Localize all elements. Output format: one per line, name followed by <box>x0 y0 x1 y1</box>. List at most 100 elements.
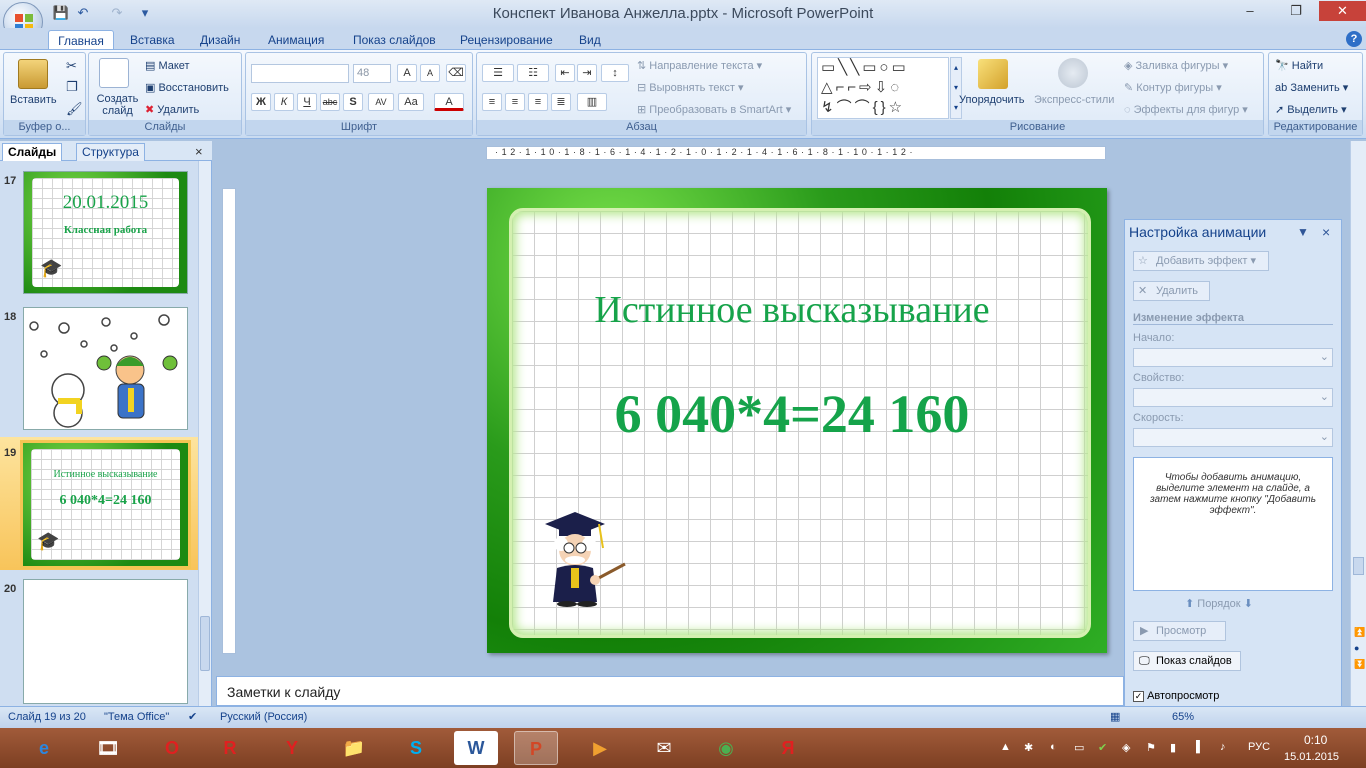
cut-icon[interactable]: ✂ <box>66 58 77 74</box>
help-icon[interactable]: ? <box>1346 31 1362 47</box>
format-painter-icon[interactable]: 🖌 <box>66 101 83 117</box>
shape-outline-button[interactable]: ✎ Контур фигуры ▾ <box>1124 81 1222 94</box>
clock-time[interactable]: 0:10 <box>1304 733 1327 747</box>
smartart-button[interactable]: ⊞ Преобразовать в SmartArt ▾ <box>637 103 791 116</box>
slide-thumbnail-20[interactable] <box>23 579 188 704</box>
notes-field[interactable]: Заметки к слайду <box>216 676 1124 706</box>
preview-button[interactable]: ▶ Просмотр <box>1133 621 1226 641</box>
font-color-button[interactable]: A <box>434 93 464 111</box>
clock-date[interactable]: 15.01.2015 <box>1284 751 1339 763</box>
numbering-icon[interactable]: ☷ <box>517 64 549 82</box>
add-effect-button[interactable]: ☆ Добавить эффект ▾ <box>1133 251 1269 271</box>
increase-indent-icon[interactable]: ⇥ <box>577 64 597 82</box>
bullets-icon[interactable]: ☰ <box>482 64 514 82</box>
move-up-icon[interactable]: ⬆ <box>1185 598 1194 610</box>
select-browse-icon[interactable]: ● <box>1354 643 1359 653</box>
network-icon[interactable]: ⚑ <box>1146 741 1156 754</box>
columns-icon[interactable]: ▥ <box>577 93 607 111</box>
slide-thumbnail-17[interactable]: 20.01.2015 Классная работа 🎓 <box>23 171 188 294</box>
autopreview-option[interactable]: ✓ Автопросмотр <box>1133 690 1219 702</box>
shrink-font-icon[interactable]: A <box>420 64 440 82</box>
prev-slide-icon[interactable]: ⏫ <box>1354 627 1365 638</box>
scrollbar-thumb[interactable] <box>1353 557 1364 575</box>
bluetooth-icon[interactable]: ✱ <box>1024 741 1033 754</box>
tab-review[interactable]: Рецензирование <box>454 30 559 50</box>
next-slide-icon[interactable]: ⏬ <box>1354 659 1365 670</box>
tab-animation[interactable]: Анимация <box>262 30 330 50</box>
case-button[interactable]: Aa <box>398 93 424 111</box>
antivirus-icon[interactable]: ◈ <box>1122 741 1130 754</box>
decrease-indent-icon[interactable]: ⇤ <box>555 64 575 82</box>
grow-font-icon[interactable]: A <box>397 64 417 82</box>
app-r-icon[interactable]: R <box>208 731 252 765</box>
powerpoint-icon[interactable]: P <box>514 731 558 765</box>
autopreview-checkbox[interactable]: ✓ <box>1133 690 1144 702</box>
align-text-button[interactable]: ⊟ Выровнять текст ▾ <box>637 81 744 94</box>
tray-arrow-icon[interactable]: ▲ <box>1000 741 1011 753</box>
justify-icon[interactable]: ≣ <box>551 93 571 111</box>
layout-button[interactable]: ▤ Макет <box>145 59 190 72</box>
copy-icon[interactable]: ❐ <box>66 79 78 95</box>
explorer-icon[interactable]: 📁 <box>332 731 376 765</box>
workspace-scrollbar[interactable]: ⏫ ● ⏬ <box>1350 141 1366 706</box>
tab-insert[interactable]: Вставка <box>124 30 181 50</box>
tab-design[interactable]: Дизайн <box>194 30 246 50</box>
clear-format-icon[interactable]: ⌫ <box>446 64 466 82</box>
slide-equation[interactable]: 6 040*4=24 160 <box>487 383 1097 445</box>
skype-icon[interactable]: S <box>394 731 438 765</box>
new-slide-button[interactable]: Создать слайд <box>95 93 140 117</box>
font-name-combo[interactable] <box>251 64 349 83</box>
paste-button[interactable]: Вставить <box>10 94 57 106</box>
font-size-combo[interactable]: 48 <box>353 64 391 83</box>
monitor-icon[interactable]: ▭ <box>1074 741 1084 754</box>
maximize-button[interactable]: ❐ <box>1273 1 1319 21</box>
move-down-icon[interactable]: ⬇ <box>1244 598 1253 610</box>
picasa-icon[interactable]: ◉ <box>704 731 748 765</box>
slide-thumbnail-19[interactable]: Истинное высказывание 6 040*4=24 160 🎓 <box>20 440 191 569</box>
shadow-button[interactable]: S <box>343 93 363 111</box>
shape-fill-button[interactable]: ◈ Заливка фигуры ▾ <box>1124 59 1228 72</box>
yandex-browser-icon[interactable]: Y <box>270 731 314 765</box>
media-player-icon[interactable]: ▶ <box>578 731 622 765</box>
tab-slides[interactable]: Слайды <box>2 143 63 161</box>
spellcheck-icon[interactable]: ✔ <box>188 710 197 723</box>
word-icon[interactable]: W <box>454 731 498 765</box>
tab-outline[interactable]: Структура <box>76 143 145 161</box>
yandex-icon[interactable]: Я <box>766 731 810 765</box>
arrange-button[interactable]: Упорядочить <box>959 94 1024 106</box>
italic-button[interactable]: К <box>274 93 294 111</box>
battery-icon[interactable]: ▮ <box>1170 741 1176 754</box>
start-select[interactable]: ⌄ <box>1133 348 1333 367</box>
app-tray-icon[interactable]: ◐ <box>1050 741 1057 753</box>
volume-icon[interactable]: ♪ <box>1220 741 1226 753</box>
select-button[interactable]: ➚ Выделить ▾ <box>1275 103 1347 116</box>
signal-icon[interactable]: ▌ <box>1196 741 1204 753</box>
animation-pane-close-icon[interactable]: × <box>1322 224 1330 240</box>
professor-illustration[interactable] <box>537 510 632 608</box>
align-center-icon[interactable]: ≡ <box>505 93 525 111</box>
shape-effects-button[interactable]: ◌ Эффекты для фигур ▾ <box>1124 103 1248 116</box>
language-status[interactable]: Русский (Россия) <box>220 711 307 723</box>
slide-thumbnail-18[interactable] <box>23 307 188 430</box>
delete-slide-button[interactable]: ✖ Удалить <box>145 103 199 116</box>
replace-button[interactable]: ab Заменить ▾ <box>1275 81 1348 94</box>
ie-icon[interactable]: e <box>22 731 66 765</box>
find-button[interactable]: 🔭 Найти <box>1275 59 1323 72</box>
tab-slideshow[interactable]: Показ слайдов <box>347 30 442 50</box>
mail-icon[interactable]: ✉ <box>642 731 686 765</box>
tab-home[interactable]: Главная <box>48 30 114 50</box>
slide-title[interactable]: Истинное высказывание <box>487 288 1097 332</box>
property-select[interactable]: ⌄ <box>1133 388 1333 407</box>
close-button[interactable]: ✕ <box>1319 1 1366 21</box>
pane-menu-icon[interactable]: ▼ <box>1297 225 1309 239</box>
opera-icon[interactable]: O <box>150 731 194 765</box>
reset-button[interactable]: ▣ Восстановить <box>145 81 229 94</box>
language-indicator[interactable]: РУС <box>1248 741 1270 753</box>
movie-maker-icon[interactable]: 🎞 <box>86 731 130 765</box>
tab-view[interactable]: Вид <box>573 30 607 50</box>
remove-effect-button[interactable]: ✕ Удалить <box>1133 281 1210 301</box>
minimize-button[interactable]: ‒ <box>1227 1 1273 21</box>
quick-styles-button[interactable]: Экспресс-стили <box>1034 94 1114 106</box>
underline-button[interactable]: Ч <box>297 93 317 111</box>
shapes-gallery[interactable]: ▭╲╲▭○▭ △⌐⌐⇨⇩◌ ↯⌒⌒{}☆ <box>817 57 949 119</box>
